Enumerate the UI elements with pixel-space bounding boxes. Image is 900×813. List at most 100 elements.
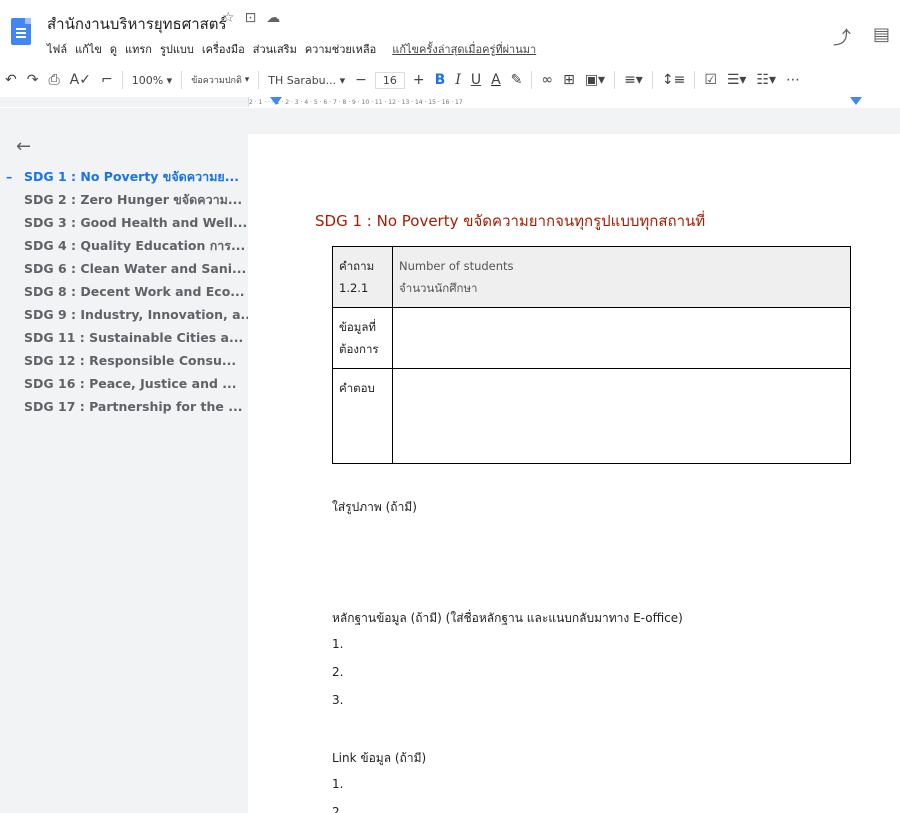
insert-image-icon[interactable]: ▣▾: [580, 68, 610, 92]
question-text-th: จำนวนนักศึกษา: [399, 281, 478, 295]
question-label-cell[interactable]: คำถาม 1.2.1: [332, 246, 393, 308]
answer-label-cell[interactable]: คำตอบ: [332, 368, 393, 464]
question-text-en: Number of students: [399, 259, 514, 273]
required-data-label: ข้อมูลที่: [339, 320, 376, 334]
toolbar-divider: [614, 71, 616, 89]
docs-logo-icon[interactable]: [11, 18, 31, 45]
zoom-select[interactable]: 100% ▾: [127, 68, 177, 92]
menu-help[interactable]: ความช่วยเหลือ: [305, 40, 376, 58]
link-title: Link ข้อมูล (ถ้ามี): [332, 751, 427, 765]
document-page[interactable]: SDG 1 : No Poverty ขจัดความยากจนทุกรูปแบ…: [248, 134, 900, 813]
outline-item-sdg16[interactable]: SDG 16 : Peace, Justice and ...: [0, 372, 248, 395]
comments-icon[interactable]: ▤: [873, 24, 890, 50]
link-item: 1.: [332, 777, 344, 791]
underline-button[interactable]: U: [466, 68, 486, 92]
outline-item-sdg3[interactable]: SDG 3 : Good Health and Well...: [0, 211, 248, 234]
question-label: คำถาม: [339, 259, 375, 273]
checklist-icon[interactable]: ☑: [699, 68, 722, 92]
evidence-item: 3.: [332, 693, 344, 707]
move-folder-icon[interactable]: ⊡: [245, 10, 257, 26]
undo-icon[interactable]: ↶: [0, 68, 22, 92]
menu-insert[interactable]: แทรก: [125, 40, 152, 58]
ruler-scale: 2 · 1 · · · 1 · 2 · 3 · 4 · 5 · 6 · 7 · …: [248, 97, 900, 107]
question-number: 1.2.1: [339, 281, 369, 295]
outline-item-sdg1[interactable]: SDG 1 : No Poverty ขจัดความย...: [0, 165, 248, 188]
outline-item-sdg8[interactable]: SDG 8 : Decent Work and Eco...: [0, 280, 248, 303]
paint-format-icon[interactable]: ⌐: [96, 68, 118, 92]
print-icon[interactable]: ⎙: [43, 68, 64, 92]
font-size-input[interactable]: 16: [374, 71, 405, 89]
font-value: TH Sarabu...: [268, 73, 337, 87]
line-spacing-icon[interactable]: ↕≡: [657, 68, 690, 92]
bold-button[interactable]: B: [430, 68, 451, 92]
outline-item-sdg4[interactable]: SDG 4 : Quality Education การ...: [0, 234, 248, 257]
required-data-cell[interactable]: [392, 307, 851, 369]
evidence-item: 2.: [332, 665, 344, 679]
activity-trend-icon[interactable]: ⤴: [833, 24, 851, 50]
close-outline-arrow-icon[interactable]: ←: [16, 136, 31, 157]
outline-list: SDG 1 : No Poverty ขจัดความย... SDG 2 : …: [0, 165, 248, 418]
bulleted-list-icon[interactable]: ☰▾: [722, 68, 752, 92]
outline-item-sdg6[interactable]: SDG 6 : Clean Water and Sani...: [0, 257, 248, 280]
table-row: คำถาม 1.2.1 Number of students จำนวนนักศ…: [332, 246, 851, 308]
menu-format[interactable]: รูปแบบ: [160, 40, 194, 58]
comment-add-icon[interactable]: ⊞: [558, 68, 580, 92]
text-color-button[interactable]: A: [486, 68, 506, 92]
answer-label: คำตอบ: [339, 381, 375, 395]
toolbar-divider: [258, 71, 260, 89]
spellcheck-icon[interactable]: A✓: [65, 68, 96, 92]
table-row: คำตอบ: [332, 368, 851, 464]
required-data-label-2: ต้องการ: [339, 342, 379, 356]
evidence-item: 1.: [332, 637, 344, 651]
outline-item-sdg9[interactable]: SDG 9 : Industry, Innovation, a...: [0, 303, 248, 326]
table-row: ข้อมูลที่ ต้องการ: [332, 307, 851, 369]
menu-addons[interactable]: ส่วนเสริม: [253, 40, 297, 58]
redo-icon[interactable]: ↷: [22, 68, 44, 92]
menu-file[interactable]: ไฟล์: [47, 40, 67, 58]
last-edit-link[interactable]: แก้ไขครั้งล่าสุดเมื่อครู่ที่ผ่านมา: [392, 40, 536, 58]
menu-bar: ไฟล์ แก้ไข ดู แทรก รูปแบบ เครื่องมือ ส่ว…: [47, 40, 536, 58]
answer-cell[interactable]: [392, 368, 851, 464]
outline-item-sdg12[interactable]: SDG 12 : Responsible Consu...: [0, 349, 248, 372]
increase-font-size-button[interactable]: +: [408, 68, 430, 92]
outline-item-sdg2[interactable]: SDG 2 : Zero Hunger ขจัดความ...: [0, 188, 248, 211]
zoom-value: 100%: [131, 73, 164, 87]
left-indent-marker[interactable]: [270, 97, 282, 105]
style-select[interactable]: ข้อความปกติ ▾: [186, 68, 254, 92]
highlight-icon[interactable]: ✎: [506, 68, 528, 92]
document-title[interactable]: สำนักงานบริหารยุทธศาสตร์: [47, 12, 227, 36]
menu-edit[interactable]: แก้ไข: [75, 40, 102, 58]
numbered-list-icon[interactable]: ☷▾: [751, 68, 781, 92]
menu-tools[interactable]: เครื่องมือ: [202, 40, 245, 58]
right-indent-marker[interactable]: [850, 97, 862, 105]
title-icons: ☆ ⊡ ☁: [222, 10, 280, 26]
document-heading: SDG 1 : No Poverty ขจัดความยากจนทุกรูปแบ…: [315, 212, 706, 230]
required-data-label-cell[interactable]: ข้อมูลที่ ต้องการ: [332, 307, 393, 369]
link-item: 2.: [332, 805, 344, 813]
header-actions: ⤴ ▤: [833, 24, 890, 50]
star-icon[interactable]: ☆: [222, 10, 235, 26]
ruler: 2 · 1 · · · 1 · 2 · 3 · 4 · 5 · 6 · 7 · …: [0, 97, 900, 107]
more-options-icon[interactable]: ⋯: [781, 68, 805, 92]
document-outline-panel: ← SDG 1 : No Poverty ขจัดความย... SDG 2 …: [0, 108, 248, 813]
toolbar-divider: [651, 71, 653, 89]
italic-button[interactable]: I: [450, 68, 466, 92]
decrease-font-size-button[interactable]: −: [350, 68, 372, 92]
image-note: ใส่รูปภาพ (ถ้ามี): [332, 500, 417, 514]
toolbar-divider: [694, 71, 696, 89]
font-select[interactable]: TH Sarabu... ▾: [263, 68, 350, 92]
align-icon[interactable]: ≡▾: [619, 68, 648, 92]
style-value: ข้อความปกติ: [191, 76, 242, 86]
link-icon[interactable]: ∞: [536, 68, 558, 92]
editor-canvas: ← SDG 1 : No Poverty ขจัดความย... SDG 2 …: [0, 108, 900, 813]
question-text-cell[interactable]: Number of students จำนวนนักศึกษา: [392, 246, 851, 308]
outline-item-sdg11[interactable]: SDG 11 : Sustainable Cities a...: [0, 326, 248, 349]
outline-item-sdg17[interactable]: SDG 17 : Partnership for the ...: [0, 395, 248, 418]
toolbar-divider: [181, 71, 183, 89]
cloud-status-icon[interactable]: ☁: [266, 10, 280, 26]
app-header: สำนักงานบริหารยุทธศาสตร์ ☆ ⊡ ☁ ไฟล์ แก้ไ…: [0, 0, 900, 60]
evidence-title: หลักฐานข้อมูล (ถ้ามี) (ใส่ชื่อหลักฐาน แล…: [332, 611, 683, 625]
toolbar-divider: [121, 71, 123, 89]
toolbar-divider: [531, 71, 533, 89]
menu-view[interactable]: ดู: [110, 40, 117, 58]
